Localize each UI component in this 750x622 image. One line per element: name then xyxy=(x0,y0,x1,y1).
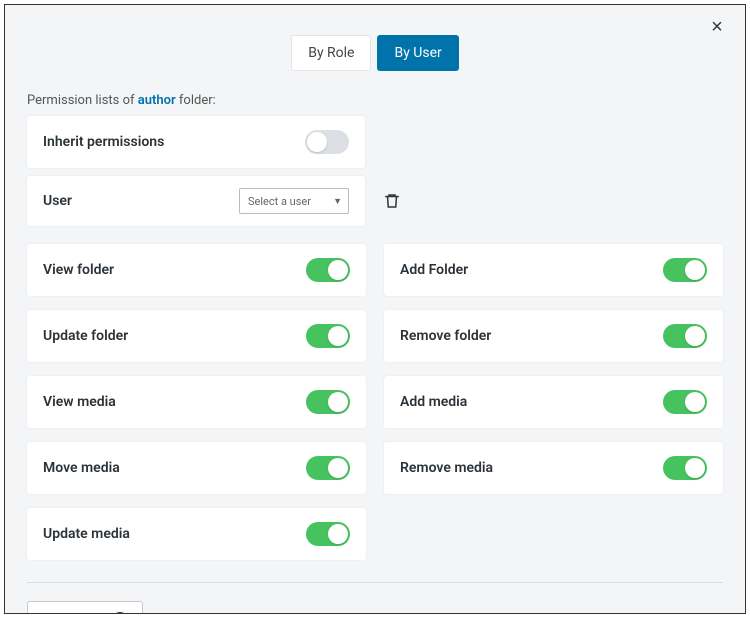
add-user-button[interactable]: Add User + xyxy=(27,601,143,613)
permission-move-media: Move media xyxy=(27,442,366,494)
close-icon[interactable]: × xyxy=(707,17,727,37)
permission-update-folder: Update folder xyxy=(27,310,366,362)
user-selection-row: User Select a user ▼ xyxy=(27,176,723,226)
permission-toggle-remove-folder[interactable] xyxy=(663,324,707,348)
inherit-toggle[interactable] xyxy=(305,130,349,154)
user-select[interactable]: Select a user ▼ xyxy=(239,188,349,214)
permission-label: Remove folder xyxy=(400,328,491,344)
tab-row: By Role By User xyxy=(27,35,723,71)
permission-label: View folder xyxy=(43,262,114,278)
trash-icon xyxy=(383,192,401,210)
toggle-knob xyxy=(328,260,348,280)
intro-suffix: folder: xyxy=(176,93,216,108)
permission-label: Update folder xyxy=(43,328,128,344)
permission-label: Update media xyxy=(43,526,130,542)
toggle-knob xyxy=(328,524,348,544)
permissions-grid: View folder Add Folder Update folder Remove… xyxy=(27,244,723,560)
modal-frame: × By Role By User Permission lists of au… xyxy=(4,4,746,614)
modal-scroll[interactable]: × By Role By User Permission lists of au… xyxy=(5,5,745,613)
permission-remove-folder: Remove folder xyxy=(384,310,723,362)
permission-toggle-add-media[interactable] xyxy=(663,390,707,414)
permission-label: Remove media xyxy=(400,460,493,476)
permission-add-media: Add media xyxy=(384,376,723,428)
toggle-knob xyxy=(685,392,705,412)
inherit-permissions-card: Inherit permissions xyxy=(27,116,365,168)
permission-toggle-update-folder[interactable] xyxy=(306,324,350,348)
permission-label: Add media xyxy=(400,394,467,410)
toggle-knob xyxy=(328,326,348,346)
permission-label: Add Folder xyxy=(400,262,468,278)
permission-toggle-move-media[interactable] xyxy=(306,456,350,480)
permission-label: View media xyxy=(43,394,116,410)
plus-circle-icon: + xyxy=(112,612,128,613)
permission-toggle-add-folder[interactable] xyxy=(663,258,707,282)
permission-remove-media: Remove media xyxy=(384,442,723,494)
inherit-label: Inherit permissions xyxy=(43,134,164,150)
permission-toggle-view-folder[interactable] xyxy=(306,258,350,282)
toggle-knob xyxy=(328,458,348,478)
permission-add-folder: Add Folder xyxy=(384,244,723,296)
toggle-knob xyxy=(685,458,705,478)
add-user-label: Add User xyxy=(42,613,104,614)
user-select-placeholder: Select a user xyxy=(248,195,311,208)
intro-prefix: Permission lists of xyxy=(27,93,138,108)
permission-label: Move media xyxy=(43,460,120,476)
user-card: User Select a user ▼ xyxy=(27,176,365,226)
permission-toggle-remove-media[interactable] xyxy=(663,456,707,480)
toggle-knob xyxy=(307,132,327,152)
toggle-knob xyxy=(685,326,705,346)
user-label: User xyxy=(43,193,72,209)
toggle-knob xyxy=(685,260,705,280)
delete-user-button[interactable] xyxy=(379,188,405,214)
tab-by-role[interactable]: By Role xyxy=(291,35,371,71)
toggle-knob xyxy=(328,392,348,412)
permission-toggle-update-media[interactable] xyxy=(306,522,350,546)
permission-intro: Permission lists of author folder: xyxy=(27,93,723,108)
folder-name-link[interactable]: author xyxy=(138,93,176,108)
divider xyxy=(27,582,723,583)
permission-view-media: View media xyxy=(27,376,366,428)
permission-update-media: Update media xyxy=(27,508,366,560)
permission-toggle-view-media[interactable] xyxy=(306,390,350,414)
permission-view-folder: View folder xyxy=(27,244,366,296)
tab-by-user[interactable]: By User xyxy=(377,35,458,71)
chevron-down-icon: ▼ xyxy=(333,196,342,207)
